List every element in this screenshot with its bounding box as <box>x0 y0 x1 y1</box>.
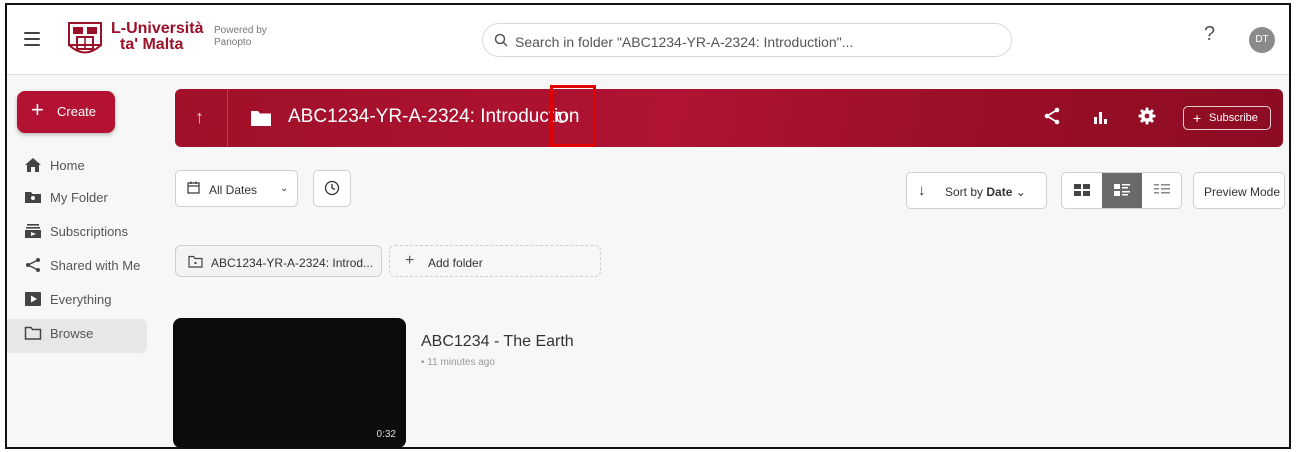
plus-icon: + <box>1193 110 1202 126</box>
parent-folder-arrow-icon[interactable]: ↑ <box>195 107 204 128</box>
logo-line1: L-Università <box>111 20 204 37</box>
sidebar-item-subscriptions[interactable]: Subscriptions <box>7 217 147 251</box>
stats-icon[interactable] <box>1093 109 1109 125</box>
subscribe-button[interactable]: + Subscribe <box>1183 106 1271 130</box>
list-view-button[interactable] <box>1142 173 1181 208</box>
sort-value: Date <box>986 185 1013 199</box>
university-crest-logo[interactable] <box>67 20 103 58</box>
sidebar-item-shared-with-me[interactable]: Shared with Me <box>7 251 147 285</box>
detailed-view-button[interactable] <box>1102 173 1142 208</box>
list-icon <box>1154 184 1170 194</box>
date-filter-label: All Dates <box>209 183 258 197</box>
share-icon[interactable] <box>1043 107 1061 125</box>
powered-by-label: Powered by <box>214 25 267 36</box>
sidebar-item-label: Subscriptions <box>50 224 129 239</box>
search-input[interactable]: Search in folder "ABC1234-YR-A-2324: Int… <box>482 23 1012 57</box>
sidebar-nav: Home My Folder Subscriptions Shared with… <box>7 155 147 353</box>
view-mode-toggle <box>1061 172 1182 209</box>
detailed-list-icon <box>1114 184 1130 196</box>
my-folder-icon <box>25 192 41 203</box>
sidebar-item-browse[interactable]: Browse <box>7 319 147 353</box>
tile-view-button[interactable] <box>1062 173 1102 208</box>
session-thumbnail[interactable]: 0:32 <box>173 318 406 447</box>
preview-mode-label: Preview Mode <box>1204 185 1281 199</box>
session-meta: • 11 minutes ago <box>421 357 495 368</box>
logo-line2: ta' Malta <box>120 36 184 53</box>
help-icon[interactable]: ? <box>1204 23 1215 46</box>
banner-divider <box>227 89 228 147</box>
folder-icon <box>251 111 271 126</box>
sort-dropdown[interactable]: ↓ Sort by Date ⌄ <box>906 172 1047 209</box>
grid-icon <box>1074 184 1090 196</box>
app-window: L-Università ta' Malta Powered by Panopt… <box>5 3 1291 449</box>
create-button[interactable]: + Create <box>17 91 115 133</box>
sidebar-item-home[interactable]: Home <box>7 155 147 183</box>
add-folder-button[interactable]: + Add folder <box>389 245 601 277</box>
calendar-icon <box>187 181 200 194</box>
date-filter-dropdown[interactable]: All Dates ⌄ <box>175 170 298 207</box>
gear-icon[interactable] <box>1138 107 1156 125</box>
subfolder-label: ABC1234-YR-A-2324: Introd... <box>211 256 374 270</box>
sidebar-item-label: Browse <box>50 326 94 341</box>
plus-icon: + <box>31 97 44 122</box>
folder-icon <box>188 255 203 268</box>
university-wordmark[interactable]: L-Università ta' Malta <box>111 21 203 53</box>
subscribe-label: Subscribe <box>1209 112 1258 124</box>
panopto-label: Panopto <box>214 37 252 48</box>
subfolder-chip[interactable]: ABC1234-YR-A-2324: Introd... <box>175 245 382 277</box>
folder-icon <box>24 326 42 340</box>
chevron-down-icon: ⌄ <box>280 183 289 194</box>
sort-label: Sort by Date ⌄ <box>945 185 1026 199</box>
powered-by-text: Powered by Panopto <box>214 25 267 49</box>
avatar[interactable]: DT <box>1249 27 1275 53</box>
session-title[interactable]: ABC1234 - The Earth <box>421 333 574 351</box>
folder-title: ABC1234-YR-A-2324: Introduction <box>288 106 580 127</box>
plus-icon: + <box>405 252 415 269</box>
sidebar-item-label: My Folder <box>50 190 108 205</box>
subscriptions-icon <box>25 224 41 238</box>
recent-filter-button[interactable] <box>313 170 351 207</box>
create-label: Create <box>57 104 97 119</box>
sidebar-item-label: Shared with Me <box>50 258 141 273</box>
sidebar-item-label: Home <box>50 158 85 173</box>
sidebar-item-everything[interactable]: Everything <box>7 285 147 319</box>
sidebar-item-label: Everything <box>50 292 112 307</box>
play-icon <box>25 292 41 306</box>
share-icon <box>26 258 40 272</box>
top-bar: L-Università ta' Malta Powered by Panopt… <box>7 5 1289 75</box>
hamburger-menu-icon[interactable] <box>24 32 40 46</box>
add-folder-label: Add folder <box>428 256 483 270</box>
preview-mode-button[interactable]: Preview Mode <box>1193 172 1285 209</box>
sort-prefix: Sort by <box>945 185 984 199</box>
home-icon <box>25 158 41 172</box>
sidebar-item-my-folder[interactable]: My Folder <box>7 183 147 217</box>
search-icon <box>494 33 508 47</box>
clock-icon <box>324 180 340 196</box>
arrow-down-icon: ↓ <box>918 182 926 199</box>
folder-banner: ↑ ABC1234-YR-A-2324: Introduction ↻ + Su… <box>175 89 1283 147</box>
session-duration: 0:32 <box>376 429 396 440</box>
refresh-highlight-box <box>550 85 596 147</box>
search-placeholder: Search in folder "ABC1234-YR-A-2324: Int… <box>515 34 854 50</box>
